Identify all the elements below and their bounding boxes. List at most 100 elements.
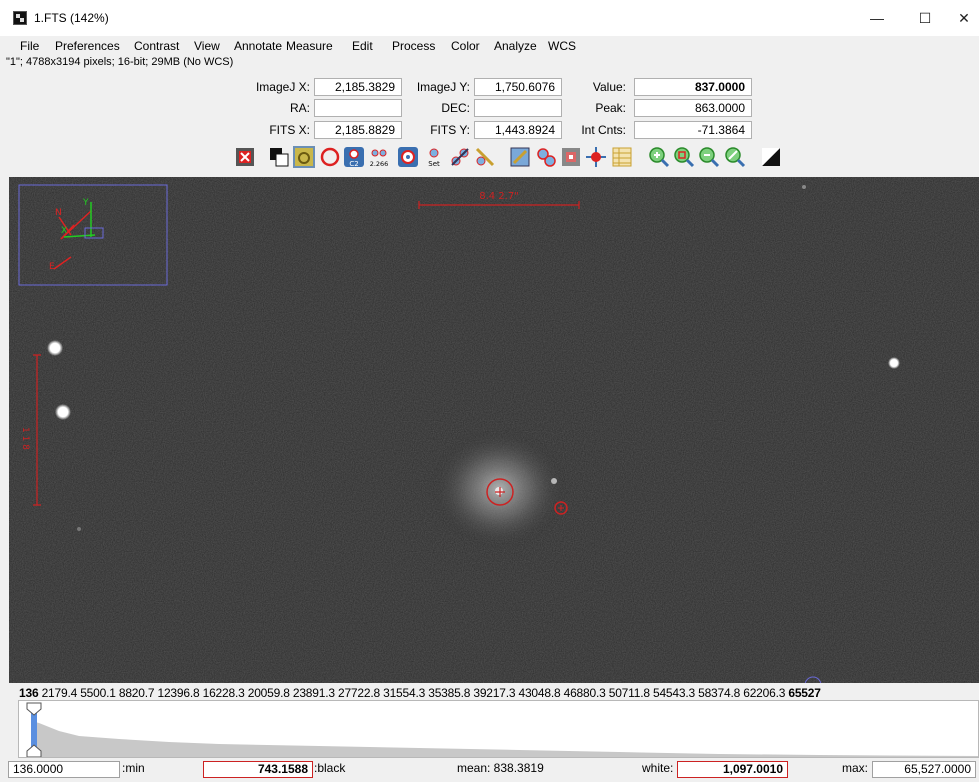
object-core xyxy=(495,487,503,495)
int-cnts-field[interactable]: -71.3864 xyxy=(634,121,752,139)
tick-list: 2179.4 5500.1 8820.7 12396.8 16228.3 200… xyxy=(42,686,789,700)
histogram-tick: 46880.3 xyxy=(563,686,609,700)
image-canvas[interactable]: N E X Y 8.4 2.7" 1 1 8 xyxy=(9,177,979,683)
centroid-icon[interactable]: C2 xyxy=(343,146,365,168)
image-info-line: "1"; 4788x3194 pixels; 16-bit; 29MB (No … xyxy=(6,56,234,68)
imagej-y-field[interactable]: 1,750.6076 xyxy=(474,78,562,96)
histogram-tick: 27722.8 xyxy=(337,686,384,700)
menu-preferences[interactable]: Preferences xyxy=(55,39,120,53)
histogram-panel[interactable] xyxy=(18,700,979,758)
menu-contrast[interactable]: Contrast xyxy=(134,39,179,53)
image-svg[interactable]: N E X Y 8.4 2.7" 1 1 8 xyxy=(9,177,979,683)
multi-aperture-wrench-icon[interactable] xyxy=(474,146,496,168)
compass-y-label: Y xyxy=(82,198,89,208)
mean-readout: mean: 838.3819 xyxy=(457,761,544,775)
aperture-phot-icon[interactable] xyxy=(397,146,419,168)
minimize-button[interactable]: — xyxy=(862,6,892,30)
min-field[interactable]: 136.0000 xyxy=(8,761,120,778)
menu-process[interactable]: Process xyxy=(392,39,435,53)
c2-label: C2 xyxy=(349,160,358,168)
menu-view[interactable]: View xyxy=(194,39,220,53)
histogram-tick: 2179.4 xyxy=(41,686,81,700)
value-field[interactable]: 837.0000 xyxy=(634,78,752,96)
histogram-tick: 50711.8 xyxy=(608,686,653,700)
histogram-curve xyxy=(31,721,978,757)
tick-start: 136 xyxy=(19,686,39,700)
star[interactable] xyxy=(55,404,71,420)
show-apertures-icon[interactable] xyxy=(535,146,557,168)
white-label: white: xyxy=(642,761,674,775)
compass-x-label: X xyxy=(61,226,67,236)
tick-end: 65527 xyxy=(788,686,821,700)
histogram-tick: 39217.3 xyxy=(473,686,519,700)
align-icon[interactable] xyxy=(509,146,531,168)
white-field[interactable]: 1,097.0010 xyxy=(677,761,788,778)
compass-e-label: E xyxy=(49,262,55,272)
menu-file[interactable]: File xyxy=(20,39,39,53)
menu-wcs[interactable]: WCS xyxy=(548,39,576,53)
imagej-x-field[interactable]: 2,185.3829 xyxy=(314,78,402,96)
histogram-tick: 12396.8 xyxy=(157,686,203,700)
compass-n-label: N xyxy=(55,208,62,218)
aperture-settings-icon[interactable] xyxy=(293,146,315,168)
menu-color[interactable]: Color xyxy=(451,39,480,53)
peak-field[interactable]: 863.0000 xyxy=(634,99,752,117)
zoom-fit-icon[interactable] xyxy=(724,146,746,168)
ring-aperture-icon[interactable] xyxy=(319,146,341,168)
set-aperture-icon[interactable]: Set xyxy=(423,146,445,168)
close-button[interactable]: ✕ xyxy=(949,6,979,30)
imagej-y-label: ImageJ Y: xyxy=(416,80,470,94)
star[interactable] xyxy=(888,357,900,369)
menu-edit[interactable]: Edit xyxy=(352,39,373,53)
clear-overlay-icon[interactable] xyxy=(234,146,256,168)
menu-measure[interactable]: Measure xyxy=(286,39,333,53)
peak-label: Peak: xyxy=(595,101,626,115)
set-label: Set xyxy=(428,160,440,168)
multi-aperture-icon[interactable] xyxy=(449,146,471,168)
dec-label: DEC: xyxy=(441,101,470,115)
app-icon xyxy=(13,11,27,25)
histogram-svg xyxy=(26,702,978,757)
radial-profile-icon[interactable]: 2.266 xyxy=(368,146,390,168)
window-title: 1.FTS (142%) xyxy=(34,11,109,25)
histogram-tick: 5500.1 xyxy=(80,686,119,700)
imagej-x-label: ImageJ X: xyxy=(255,80,310,94)
histogram-tick: 43048.8 xyxy=(518,686,564,700)
invert-icon[interactable] xyxy=(760,146,782,168)
menu-bar: File Preferences Contrast View Annotate … xyxy=(0,36,979,56)
zoom-out-icon[interactable] xyxy=(698,146,720,168)
histogram-tick: 20059.8 xyxy=(247,686,293,700)
histogram-tick: 23891.3 xyxy=(292,686,338,700)
ra-field[interactable] xyxy=(314,99,402,117)
star xyxy=(77,527,81,531)
fits-x-field[interactable]: 2,185.8829 xyxy=(314,121,402,139)
scale-h-label: 8.4 2.7" xyxy=(479,191,519,202)
zoom-box-icon[interactable] xyxy=(673,146,695,168)
menu-analyze[interactable]: Analyze xyxy=(494,39,537,53)
scale-v-label: 1 1 8 xyxy=(20,427,30,450)
dec-field[interactable] xyxy=(474,99,562,117)
star[interactable] xyxy=(47,340,63,356)
zoom-in-icon[interactable] xyxy=(648,146,670,168)
black-level-handle[interactable] xyxy=(26,702,42,716)
max-label: max: xyxy=(842,761,869,775)
star xyxy=(802,185,806,189)
fits-y-field[interactable]: 1,443.8924 xyxy=(474,121,562,139)
table-icon[interactable] xyxy=(611,146,633,168)
histogram-tick: 54543.3 xyxy=(652,686,699,700)
histogram-tick: 16228.3 xyxy=(202,686,248,700)
pixel-grid-icon[interactable] xyxy=(560,146,582,168)
histogram-tick: 62206.3 xyxy=(743,686,789,700)
max-field[interactable]: 65,527.0000 xyxy=(872,761,976,778)
copy-icon[interactable] xyxy=(268,146,290,168)
menu-annotate[interactable]: Annotate xyxy=(234,39,282,53)
min-label: :min xyxy=(122,761,145,775)
title-bar: 1.FTS (142%) — ☐ ✕ xyxy=(0,0,979,36)
maximize-button[interactable]: ☐ xyxy=(910,6,940,30)
black-field[interactable]: 743.1588 xyxy=(203,761,313,778)
ra-label: RA: xyxy=(289,101,310,115)
r266-label: 2.266 xyxy=(370,160,389,168)
histogram-tick: 58374.8 xyxy=(698,686,744,700)
black-label: :black xyxy=(314,761,346,775)
crosshair-icon[interactable] xyxy=(585,146,607,168)
